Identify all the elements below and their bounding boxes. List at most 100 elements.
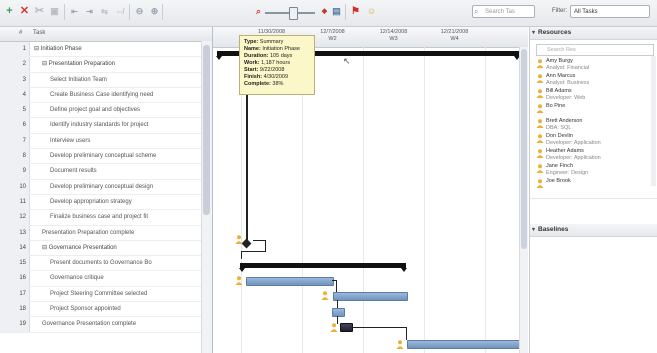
table-row[interactable]: 10 Develop preliminary conceptual design	[0, 179, 212, 195]
outdent-icon[interactable]: ⇥	[83, 5, 96, 18]
cut-icon[interactable]: ✂	[33, 5, 46, 18]
paste-icon[interactable]: ▣	[48, 5, 61, 18]
row-number: 19	[0, 317, 30, 332]
resource-item[interactable]: Jane Finch Engineer: Design	[530, 163, 657, 178]
table-row[interactable]: 16 Governance critique	[0, 271, 212, 287]
search-input[interactable]: Search Tas	[472, 5, 535, 18]
delete-task-icon[interactable]: ✕	[18, 5, 31, 18]
gantt-gridline	[363, 47, 364, 353]
person-icon	[536, 179, 544, 188]
table-row[interactable]: 18 Project Sponsor appointed	[0, 302, 212, 318]
row-number: 1	[0, 42, 30, 57]
resource-item[interactable]: Bill Adams Developer: Web	[530, 88, 657, 103]
task-name[interactable]: Develop preliminary conceptual scheme	[50, 149, 200, 163]
baselines-panel-header[interactable]: Baselines	[530, 224, 657, 237]
table-row[interactable]: 19 Governance Presentation complete	[0, 317, 212, 333]
table-row[interactable]: 15 Present documents to Governance Bo	[0, 256, 212, 272]
table-row[interactable]: 2 ⊟ Presentation Preparation	[0, 57, 212, 73]
task-name[interactable]: ⊟ Initiation Phase	[34, 42, 200, 56]
filter-highlight-icon[interactable]: ⚑	[349, 5, 362, 18]
row-number: 11	[0, 194, 30, 210]
task-bar-steering-committee[interactable]	[332, 308, 345, 317]
task-name[interactable]: Governance critique	[50, 271, 200, 285]
resource-person-icon	[321, 291, 329, 300]
task-name[interactable]: Presentation Preparation complete	[42, 226, 200, 240]
resource-item[interactable]: Brett Anderson DBA: SQL	[530, 118, 657, 133]
link-icon[interactable]: ⇆	[98, 5, 111, 18]
table-row[interactable]: 17 Project Steering Committee selected	[0, 286, 212, 303]
task-name[interactable]: ⊟ Presentation Preparation	[42, 57, 200, 71]
zoom-in-icon[interactable]: ⊕	[148, 5, 161, 18]
task-name[interactable]: Project Steering Committee selected	[50, 287, 200, 301]
resource-list-scrollbar[interactable]	[651, 56, 656, 186]
table-row[interactable]: 3 Select Initiation Team	[0, 72, 212, 88]
task-name[interactable]: Present documents to Governance Bo	[50, 256, 200, 270]
task-name[interactable]: Develop preliminary conceptual design	[50, 180, 200, 194]
task-name[interactable]: Finalize business case and project fit	[50, 210, 200, 224]
table-row[interactable]: 4 Create Business Case identifying need	[0, 87, 212, 104]
zoom-slider-thumb[interactable]	[289, 7, 298, 20]
resource-item[interactable]: Ann Marcus Analyst: Business	[530, 73, 657, 88]
table-row[interactable]: 11 Develop appropriation strategy	[0, 194, 212, 211]
resource-name: Bo Pine	[546, 103, 566, 109]
task-name[interactable]: Develop appropriation strategy	[50, 195, 200, 209]
grid-scrollbar[interactable]	[201, 41, 212, 353]
resource-view-icon[interactable]: ☺	[365, 5, 378, 18]
task-bar-present-documents[interactable]	[246, 277, 334, 286]
zoom-out-icon[interactable]: ⊖	[133, 5, 146, 18]
task-bar-governance-critique[interactable]	[333, 292, 408, 301]
table-row[interactable]: 6 Identify industry standards for project	[0, 118, 212, 134]
grid-scrollbar-thumb[interactable]	[203, 45, 210, 215]
resource-title: Developer: Application	[546, 139, 601, 146]
task-name[interactable]: Project Sponsor appointed	[50, 302, 200, 316]
baseline-icon[interactable]: ▤	[330, 5, 343, 18]
task-name[interactable]: Interview users	[50, 134, 200, 148]
gantt-scrollbar[interactable]	[519, 47, 528, 353]
table-row[interactable]: 13 Presentation Preparation complete	[0, 225, 212, 241]
filter-label: Filter:	[552, 8, 567, 14]
resource-item[interactable]: Bo Pine	[530, 103, 657, 118]
task-name[interactable]: ⊟ Governance Presentation	[42, 241, 200, 255]
gantt-scrollbar-thumb[interactable]	[521, 49, 527, 249]
resource-item[interactable]: Heather Adams Developer: Application	[530, 148, 657, 163]
table-row[interactable]: 5 Define project goal and objectives	[0, 103, 212, 119]
resource-name: Joe Brook	[546, 178, 571, 184]
task-name[interactable]: Document results	[50, 164, 200, 178]
row-number: 5	[0, 103, 30, 118]
resource-item[interactable]: Joe Brook	[530, 178, 657, 193]
dependency-line	[241, 251, 266, 252]
table-row[interactable]: 14 ⊟ Governance Presentation	[0, 240, 212, 257]
task-name[interactable]: Define project goal and objectives	[50, 103, 200, 117]
person-icon	[536, 104, 544, 113]
indent-icon[interactable]: ⇤	[68, 5, 81, 18]
task-name[interactable]: Governance Presentation complete	[42, 317, 200, 331]
task-bar-governance-complete[interactable]	[407, 340, 521, 349]
summary-bar-governance[interactable]	[239, 263, 407, 272]
timescale-column: 12/14/2008 W3	[367, 29, 420, 43]
task-column-header[interactable]: Task	[33, 30, 45, 36]
resource-item[interactable]: Amy Burgy Analyst: Financial	[530, 58, 657, 73]
grid-rows: 1 ⊟ Initiation Phase 2 ⊟ Presentation Prepa…	[0, 42, 212, 333]
task-name[interactable]: Select Initiation Team	[50, 73, 200, 87]
table-row[interactable]: 9 Document results	[0, 164, 212, 180]
resource-item[interactable]: Don Devlin Developer: Application	[530, 133, 657, 148]
row-number: 18	[0, 302, 30, 317]
resource-title: Analyst: Financial	[546, 64, 590, 71]
table-row[interactable]: 8 Develop preliminary conceptual scheme	[0, 149, 212, 165]
filter-select[interactable]: All Tasks	[570, 5, 650, 18]
unlink-icon[interactable]: ⇎	[113, 5, 126, 18]
add-task-icon[interactable]: +	[3, 5, 16, 18]
table-row[interactable]: 7 Interview users	[0, 133, 212, 150]
resource-search-input[interactable]: Search Res	[536, 44, 654, 56]
row-number: 3	[0, 72, 30, 87]
row-number: 6	[0, 118, 30, 133]
task-name[interactable]: Create Business Case identifying need	[50, 88, 200, 102]
row-number: 4	[0, 87, 30, 103]
task-name[interactable]: Identify industry standards for project	[50, 118, 200, 132]
milestone-presentation-complete[interactable]	[241, 238, 252, 249]
table-row[interactable]: 12 Finalize business case and project fit	[0, 210, 212, 226]
resources-panel-header[interactable]: Resources	[530, 27, 657, 40]
table-row[interactable]: 1 ⊟ Initiation Phase	[0, 42, 212, 58]
person-icon	[536, 134, 544, 143]
row-number: 16	[0, 271, 30, 286]
